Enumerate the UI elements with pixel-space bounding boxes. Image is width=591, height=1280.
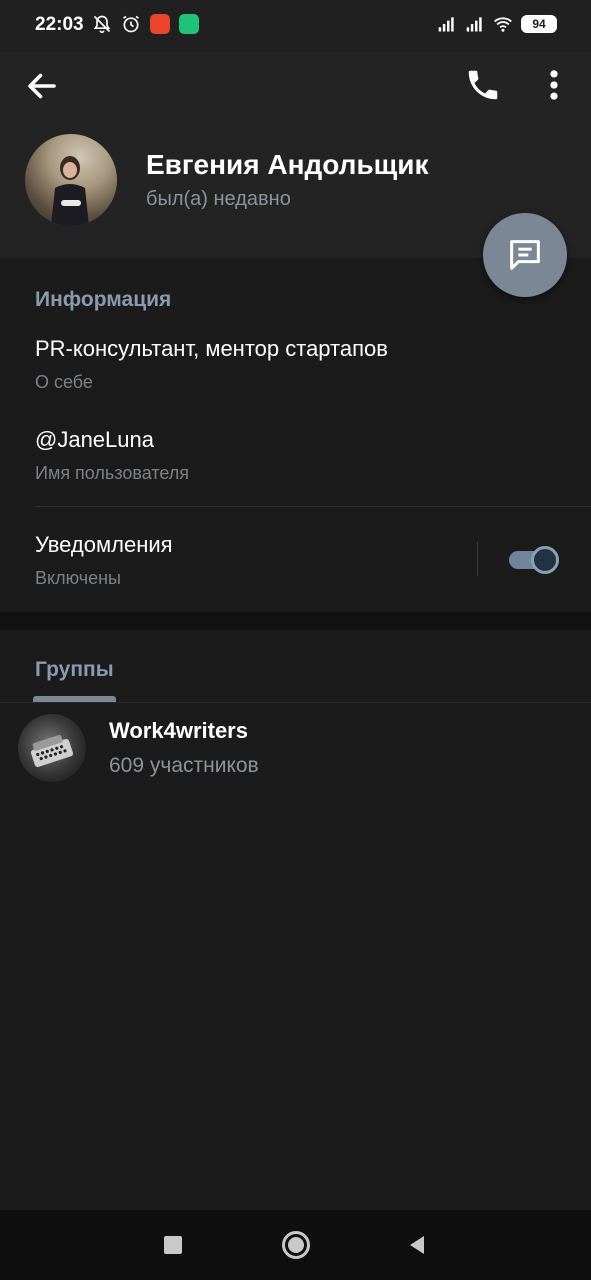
signal-icon <box>438 17 454 32</box>
send-message-button[interactable] <box>483 213 567 297</box>
group-members: 609 участников <box>109 754 259 777</box>
vertical-divider <box>477 542 478 576</box>
last-seen-status: был(а) недавно <box>146 188 291 210</box>
system-nav-bar <box>0 1210 591 1280</box>
more-vertical-icon[interactable] <box>540 66 568 104</box>
alarm-icon <box>123 15 139 33</box>
toggle-knob <box>531 546 559 574</box>
list-item[interactable]: Work4writers 609 участников <box>0 704 591 794</box>
message-icon <box>510 240 540 270</box>
arrow-left-icon[interactable] <box>24 68 60 104</box>
status-bar: 22:03 94 <box>0 0 591 52</box>
typewriter-image <box>30 734 74 767</box>
divider <box>35 506 591 507</box>
group-name: Work4writers <box>109 718 248 743</box>
wifi-icon <box>494 17 512 32</box>
avatar[interactable] <box>25 134 117 226</box>
info-section-title: Информация <box>35 288 172 311</box>
back-triangle-icon[interactable] <box>406 1234 428 1256</box>
bell-off-icon <box>93 15 111 34</box>
notifications-label: Уведомления <box>35 532 173 557</box>
battery-indicator: 94 <box>521 15 557 33</box>
check-app-icon <box>179 14 199 34</box>
status-icons-left <box>92 14 199 34</box>
section-separator <box>0 612 591 630</box>
contact-name: Евгения Андольщик <box>146 149 429 180</box>
groups-tab[interactable]: Группы <box>35 658 114 682</box>
groups-section: Группы Work4writers 609 участников <box>0 630 591 1210</box>
bio-text: PR-консультант, ментор стартапов <box>35 336 388 361</box>
home-icon[interactable] <box>282 1231 310 1259</box>
username-label: Имя пользователя <box>35 463 190 483</box>
info-section: Информация PR-консультант, ментор старта… <box>0 258 591 612</box>
notifications-toggle[interactable] <box>507 544 559 574</box>
mail-app-icon <box>150 14 170 34</box>
notifications-state: Включены <box>35 568 121 588</box>
status-time: 22:03 <box>35 14 84 35</box>
avatar-photo <box>51 156 89 226</box>
group-avatar <box>18 714 86 782</box>
recent-apps-icon[interactable] <box>164 1236 182 1254</box>
signal-icon <box>466 17 482 32</box>
tab-underline <box>0 702 591 703</box>
bio-label: О себе <box>35 372 93 392</box>
status-icons-right: 94 <box>437 14 557 34</box>
profile-screen: 22:03 94 Евгения Андольщик был(а) недавн… <box>0 0 591 1280</box>
phone-icon[interactable] <box>464 66 502 104</box>
username-text: @JaneLuna <box>35 427 154 452</box>
